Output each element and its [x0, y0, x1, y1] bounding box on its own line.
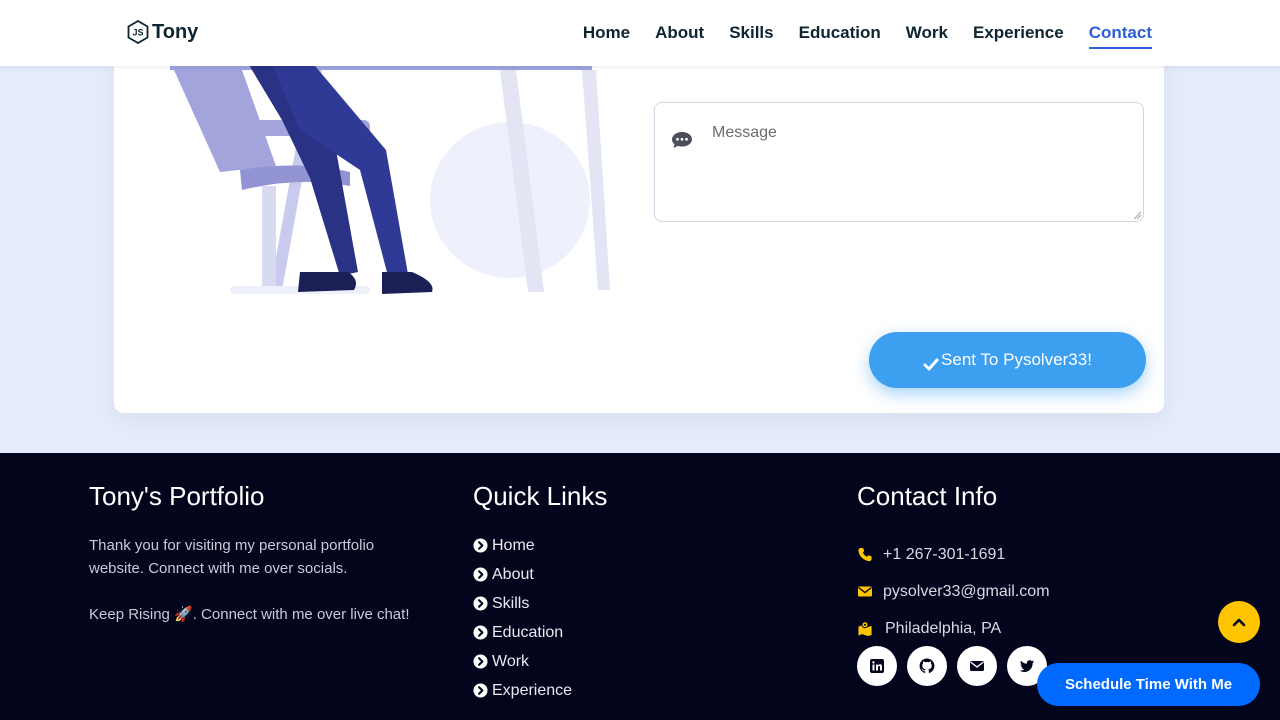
footer-about-text: Thank you for visiting my personal portf…	[89, 534, 429, 649]
footer-quick-links-title: Quick Links	[473, 481, 608, 511]
quick-link-skills[interactable]: Skills	[473, 589, 572, 618]
check-icon	[923, 358, 939, 371]
quick-link-label: Education	[492, 623, 564, 641]
linkedin-link[interactable]	[857, 646, 897, 686]
message-field[interactable]: Message	[654, 102, 1144, 222]
js-hexagon-icon: JS	[127, 20, 149, 44]
nav-about[interactable]: About	[655, 23, 704, 49]
quick-link-home[interactable]: Home	[473, 531, 572, 560]
github-icon	[919, 658, 935, 674]
quick-link-label: Skills	[492, 594, 530, 612]
schedule-time-button[interactable]: Schedule Time With Me	[1037, 663, 1260, 706]
nav-work[interactable]: Work	[906, 23, 948, 49]
quick-link-label: Work	[492, 652, 530, 670]
github-link[interactable]	[907, 646, 947, 686]
send-message-button[interactable]: Sent To Pysolver33!	[869, 332, 1146, 388]
quick-link-about[interactable]: About	[473, 560, 572, 589]
contact-location: Philadelphia, PA	[857, 610, 1050, 647]
nav-contact[interactable]: Contact	[1088, 23, 1152, 49]
social-links	[857, 646, 1047, 686]
nav-education[interactable]: Education	[799, 23, 881, 49]
resize-grip-icon[interactable]	[1133, 211, 1141, 219]
chevron-circle-right-icon	[473, 596, 488, 611]
chevron-circle-right-icon	[473, 538, 488, 553]
linkedin-icon	[870, 659, 884, 673]
quick-link-education[interactable]: Education	[473, 618, 572, 647]
scroll-top-button[interactable]	[1218, 601, 1260, 643]
chevron-circle-right-icon	[473, 683, 488, 698]
envelope-icon	[858, 586, 872, 597]
quick-link-label: Experience	[492, 681, 573, 699]
footer-contact-title: Contact Info	[857, 481, 998, 511]
chevron-up-icon	[1232, 618, 1246, 627]
chevron-circle-right-icon	[473, 625, 488, 640]
contact-email[interactable]: pysolver33@gmail.com	[857, 573, 1050, 610]
quick-link-label: Home	[492, 536, 535, 554]
contact-phone-text: +1 267-301-1691	[883, 545, 1006, 563]
chevron-circle-right-icon	[473, 567, 488, 582]
map-marked-icon	[858, 621, 872, 636]
envelope-icon	[970, 661, 984, 671]
contact-phone[interactable]: +1 267-301-1691	[857, 536, 1050, 573]
top-navbar: JS Tony Home About Skills Education Work…	[0, 0, 1280, 66]
nav-skills[interactable]: Skills	[729, 23, 773, 49]
footer-about-text-1: Thank you for visiting my personal portf…	[89, 537, 375, 577]
contact-info-list: +1 267-301-1691 pysolver33@gmail.com Phi…	[857, 536, 1050, 647]
twitter-icon	[1019, 660, 1034, 672]
quick-link-label: About	[492, 565, 534, 583]
send-button-label: Sent To Pysolver33!	[941, 350, 1092, 369]
message-placeholder: Message	[712, 124, 777, 141]
nav-home[interactable]: Home	[583, 23, 630, 49]
chevron-circle-right-icon	[473, 654, 488, 669]
phone-icon	[858, 547, 872, 562]
email-link[interactable]	[957, 646, 997, 686]
nav-experience[interactable]: Experience	[973, 23, 1064, 49]
brand-logo[interactable]: JS Tony	[127, 20, 198, 44]
quick-link-work[interactable]: Work	[473, 647, 572, 676]
comment-dots-icon	[672, 132, 692, 148]
contact-location-text: Philadelphia, PA	[885, 619, 1002, 637]
svg-text:JS: JS	[132, 28, 143, 38]
brand-name: Tony	[152, 20, 199, 43]
nav-links: Home About Skills Education Work Experie…	[558, 23, 1152, 49]
quick-link-experience[interactable]: Experience	[473, 676, 572, 705]
quick-links-list: Home About Skills Education Work Experie…	[473, 531, 572, 705]
contact-email-text: pysolver33@gmail.com	[883, 582, 1050, 600]
footer-about-text-2: Keep Rising 🚀. Connect with me over live…	[89, 606, 410, 623]
footer-about-title: Tony's Portfolio	[89, 481, 265, 511]
